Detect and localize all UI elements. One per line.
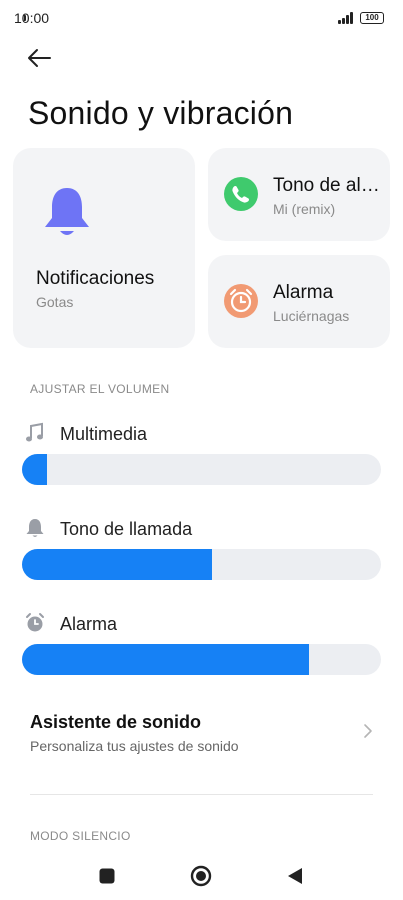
ringtone-volume-fill [22, 549, 213, 580]
arrow-left-icon [28, 49, 51, 67]
silent-mode-section-header: MODO SILENCIO [30, 829, 131, 843]
status-time: 10:00 [14, 10, 50, 26]
notifications-subtitle: Gotas [36, 294, 74, 310]
square-icon [99, 868, 115, 884]
page-title: Sonido y vibración [28, 95, 294, 131]
alarm-volume-label: Alarma [60, 614, 118, 634]
battery-icon: 100 [360, 12, 384, 24]
phone-icon [224, 177, 258, 211]
triangle-back-icon [288, 868, 302, 884]
multimedia-label: Multimedia [60, 424, 148, 444]
status-bar: 10:00 100 [0, 0, 403, 36]
recents-button[interactable] [93, 862, 121, 890]
sound-assistant-subtitle: Personaliza tus ajustes de sonido [30, 738, 239, 754]
volume-section-header: AJUSTAR EL VOLUMEN [30, 382, 170, 396]
home-button[interactable] [187, 862, 215, 890]
alarm-card[interactable]: Alarma Luciérnagas [208, 255, 390, 348]
ringtone-volume-label: Tono de llamada [60, 519, 193, 539]
alarm-clock-icon [26, 613, 44, 632]
bell-icon [45, 188, 89, 235]
ringtone-card[interactable]: Tono de alarma Mi (remix) [208, 148, 390, 241]
alarm-subtitle: Luciérnagas [273, 308, 350, 324]
alarm-volume-fill [22, 644, 310, 675]
ringtone-title: Tono de alarma [273, 175, 388, 196]
sound-assistant-row[interactable]: Asistente de sonido Personaliza tus ajus… [0, 700, 403, 764]
nav-back-button[interactable] [281, 862, 309, 890]
multimedia-volume-slider[interactable] [22, 454, 381, 485]
alarm-clock-icon [224, 284, 258, 318]
notifications-title: Notificaciones [36, 268, 155, 289]
alarm-title: Alarma [273, 282, 334, 303]
divider [30, 794, 373, 795]
battery-tip [24, 15, 26, 21]
circle-icon [190, 865, 212, 887]
battery-level: 100 [365, 13, 379, 22]
notifications-card[interactable]: Notificaciones Gotas [13, 148, 195, 348]
chevron-right-icon [364, 724, 372, 738]
bell-icon [26, 519, 44, 537]
alarm-volume-slider[interactable] [22, 644, 381, 675]
sound-assistant-title: Asistente de sonido [30, 712, 202, 732]
multimedia-volume-fill [22, 454, 48, 485]
music-note-icon [26, 422, 43, 442]
signal-icon [338, 12, 356, 24]
ringtone-subtitle: Mi (remix) [273, 201, 336, 217]
back-button[interactable] [22, 44, 56, 74]
ringtone-volume-slider[interactable] [22, 549, 381, 580]
